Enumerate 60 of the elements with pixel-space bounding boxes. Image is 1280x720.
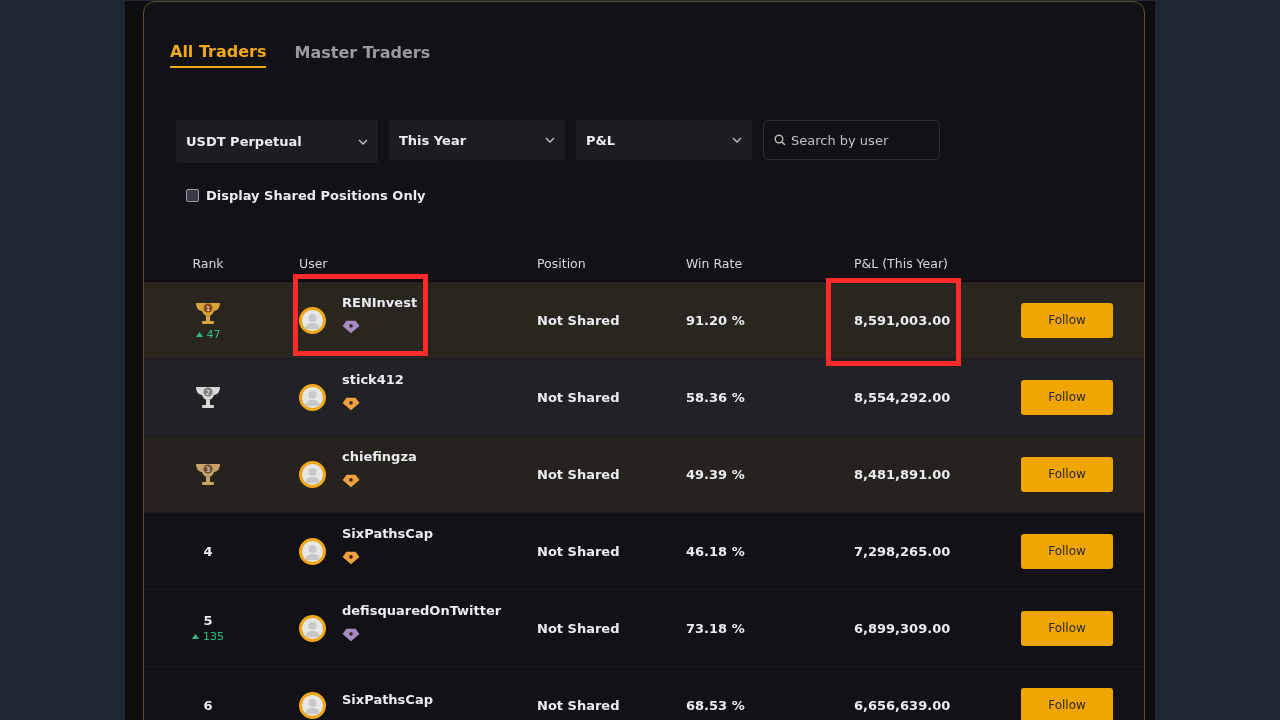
- follow-button[interactable]: Follow: [1021, 379, 1113, 415]
- pnl-cell: 8,481,891.00: [854, 466, 951, 482]
- win-rate-cell-text: 58.36 %: [686, 389, 746, 405]
- avatar-icon: [299, 306, 326, 334]
- chevron-down-icon: [545, 137, 555, 143]
- pnl-cell: 6,899,309.00: [854, 620, 951, 636]
- rank-number: 5: [203, 613, 213, 628]
- column-header: P&L (This Year): [854, 255, 949, 271]
- avatar-icon: [299, 691, 326, 719]
- search-icon: [774, 134, 786, 146]
- avatar-icon: [299, 614, 326, 642]
- position-cell-text: Not Shared: [537, 697, 621, 713]
- chevron-down-icon: [732, 137, 742, 143]
- win-rate-cell-text: 73.18 %: [686, 620, 746, 636]
- follow-button[interactable]: Follow: [1021, 687, 1113, 720]
- position-cell-text: Not Shared: [537, 312, 621, 328]
- checkbox-label: Display Shared Positions Only: [206, 187, 426, 203]
- win-rate-cell-text: 46.18 %: [686, 543, 746, 559]
- position-cell-text: Not Shared: [537, 389, 621, 405]
- follow-button[interactable]: Follow: [1021, 533, 1113, 569]
- column-header: User: [298, 255, 329, 271]
- username[interactable]: stick412: [342, 371, 404, 387]
- rank-number: 6: [203, 697, 213, 713]
- column-header: Position: [537, 255, 587, 271]
- position-cell-text: Not Shared: [537, 620, 621, 636]
- follow-button[interactable]: Follow: [1021, 302, 1113, 338]
- follow-button[interactable]: Follow: [1021, 610, 1113, 646]
- pnl-cell: 7,298,265.00: [854, 543, 951, 559]
- column-header: Rank: [192, 255, 224, 271]
- position-cell-text: Not Shared: [537, 466, 621, 482]
- search-field[interactable]: Search by user: [763, 120, 940, 160]
- win-rate-cell-text: 91.20 %: [686, 312, 746, 328]
- win-rate-cell-text: 49.39 %: [686, 466, 746, 482]
- avatar-icon: [299, 383, 326, 411]
- checkbox[interactable]: [186, 188, 199, 202]
- position-cell-text: Not Shared: [537, 543, 621, 559]
- avatar-icon: [299, 537, 326, 565]
- username[interactable]: RENInvest: [342, 294, 418, 310]
- pnl-cell: 8,591,003.00: [854, 312, 951, 328]
- pnl-cell: 8,554,292.00: [854, 389, 951, 405]
- win-rate-cell-text: 68.53 %: [686, 697, 746, 713]
- filter-dropdown[interactable]: USDT Perpetual: [176, 120, 378, 163]
- rank-change: 47: [206, 327, 221, 341]
- chevron-down-icon: [358, 138, 368, 145]
- tab[interactable]: Master Traders: [294, 38, 431, 68]
- pnl-cell: 6,656,639.00: [854, 697, 951, 713]
- follow-button[interactable]: Follow: [1021, 456, 1113, 492]
- column-header: Win Rate: [686, 255, 744, 271]
- up-triangle-icon: [195, 331, 203, 337]
- filter-dropdown[interactable]: This Year: [389, 120, 565, 160]
- up-triangle-icon: [192, 634, 199, 639]
- username[interactable]: defisquaredOnTwitter: [342, 602, 502, 618]
- rank-change: 135: [203, 630, 224, 643]
- rank-number: 4: [203, 543, 213, 559]
- tab[interactable]: All Traders: [170, 38, 267, 68]
- avatar-icon: [299, 460, 326, 488]
- username[interactable]: SixPathsCap: [342, 525, 433, 541]
- username[interactable]: SixPathsCap: [342, 691, 433, 707]
- filter-dropdown[interactable]: P&L: [576, 120, 752, 160]
- username[interactable]: chiefingza: [342, 448, 417, 464]
